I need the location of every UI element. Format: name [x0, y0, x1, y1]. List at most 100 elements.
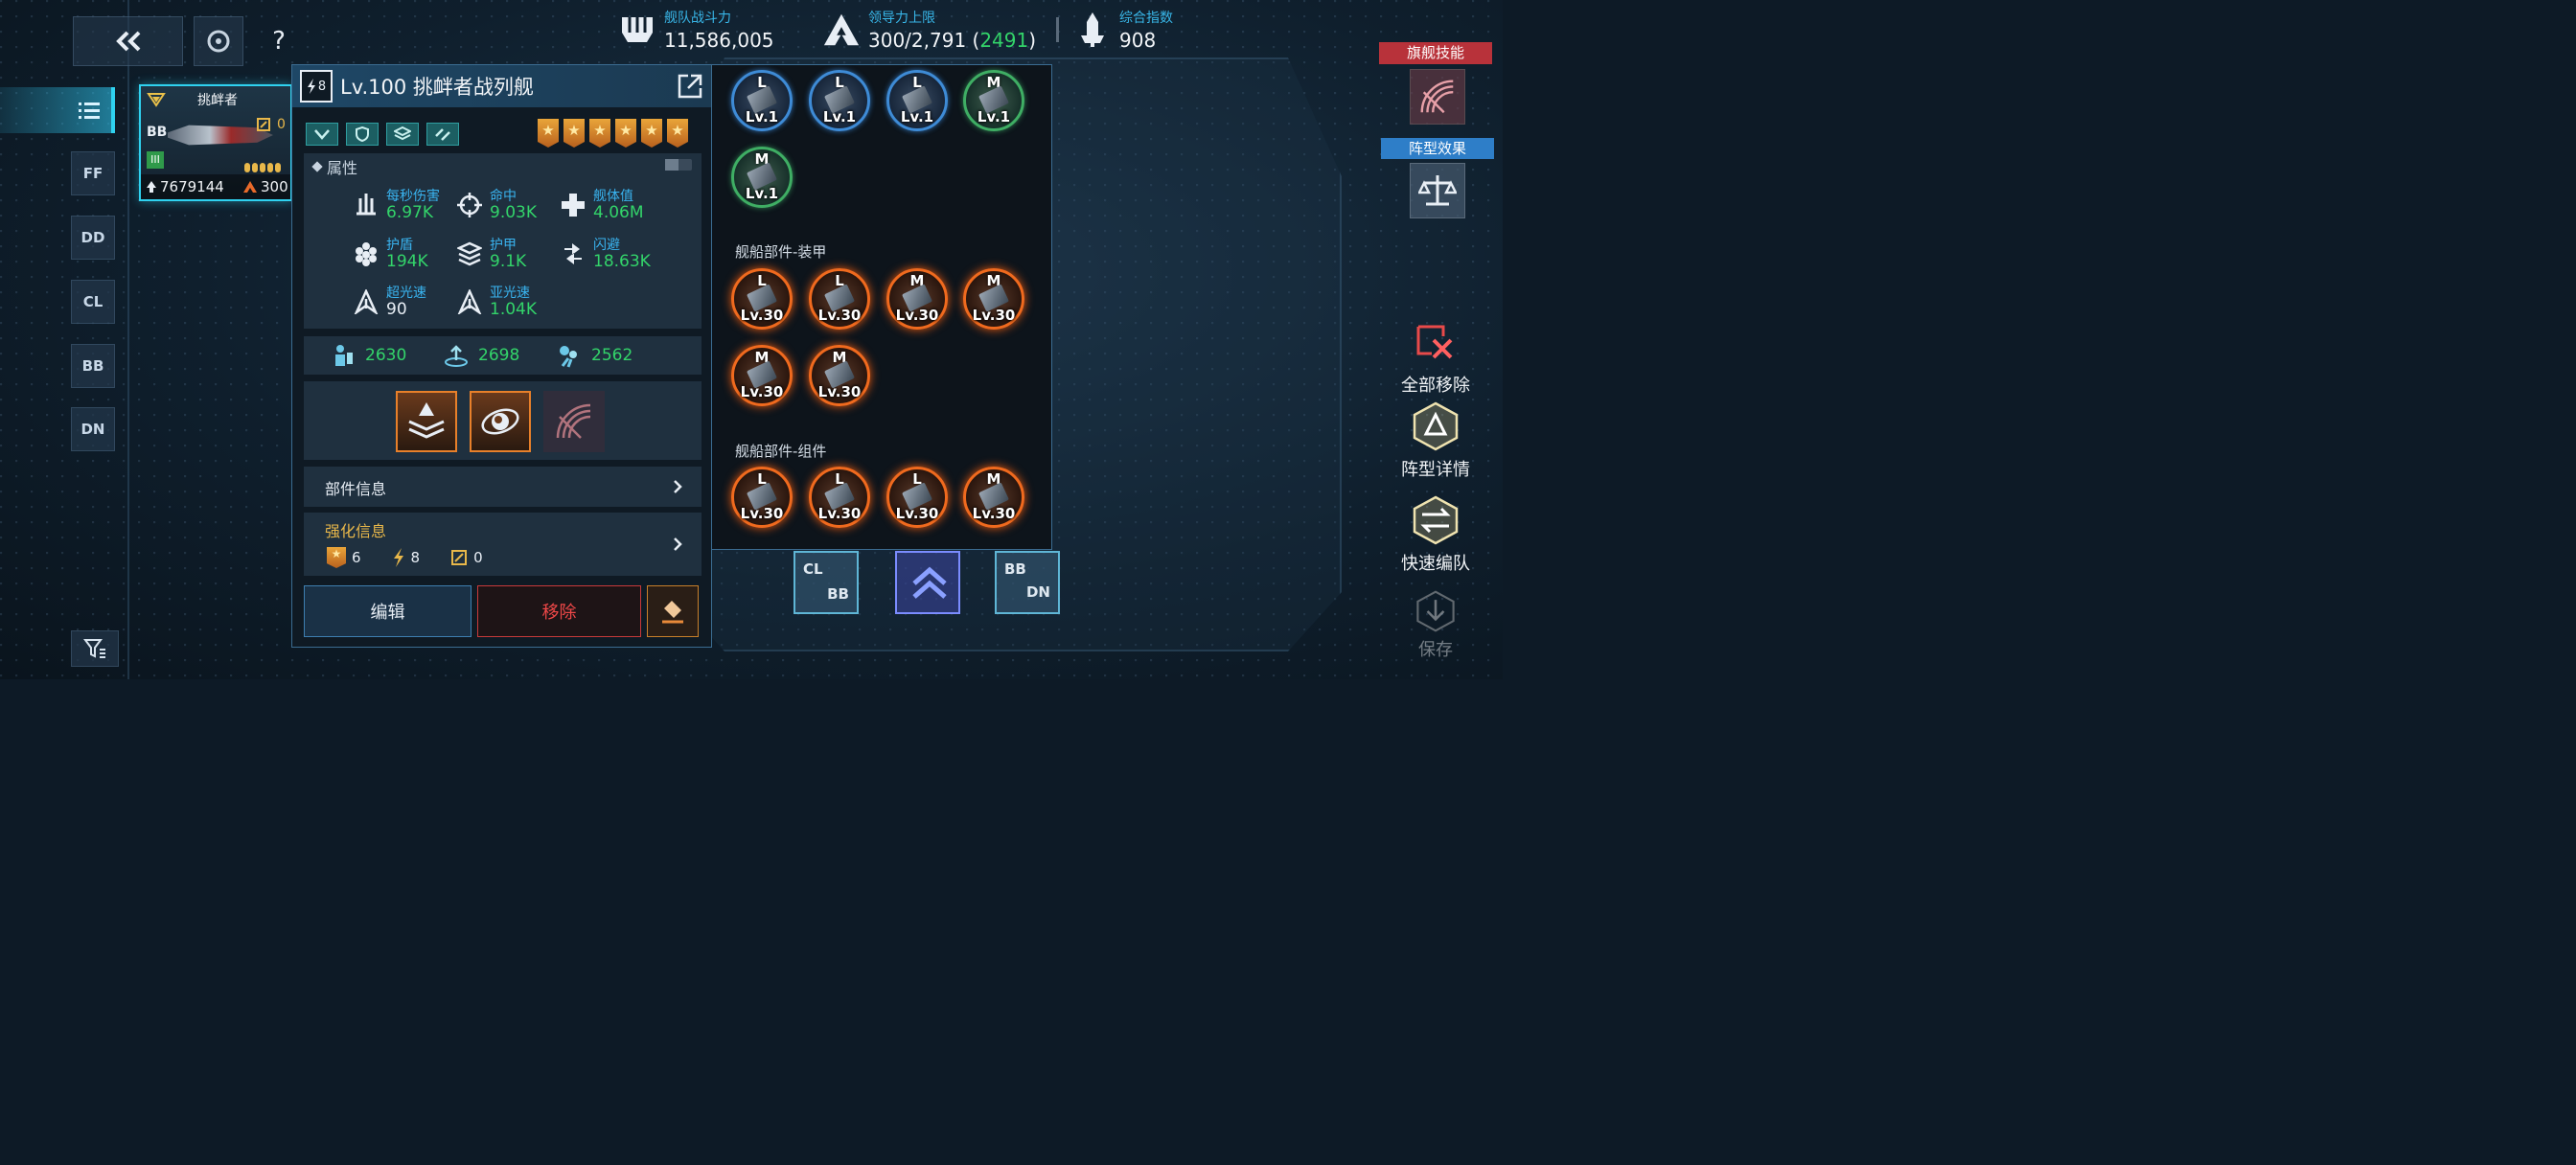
formation-effect-slot[interactable] — [1410, 163, 1465, 218]
enhance-info-label: 强化信息 — [325, 522, 387, 540]
quick-form-button[interactable]: 快速编队 — [1383, 494, 1488, 575]
resource-value: 2562 — [591, 346, 633, 365]
formation-class-top: BB — [1004, 560, 1026, 578]
tag-chevron[interactable] — [306, 123, 338, 146]
weapon-slot[interactable]: L Lv.1 — [731, 70, 793, 131]
tag-row — [306, 123, 459, 146]
attr-toggle[interactable] — [665, 159, 692, 171]
attr-header: 属性 — [311, 155, 357, 178]
dps-icon — [356, 194, 376, 216]
leadership-extra: 2491 — [979, 29, 1029, 52]
flagship-skill-text: 旗舰技能 — [1406, 44, 1464, 61]
weapon-slot[interactable]: L Lv.1 — [809, 70, 870, 131]
star-icon: ★ — [589, 119, 610, 148]
class-label: DN — [80, 421, 105, 438]
star-badge-icon: ★ — [327, 547, 346, 568]
weapon-slot[interactable]: L Lv.1 — [886, 70, 948, 131]
class-label: BB — [81, 357, 104, 375]
parts-info-row[interactable]: 部件信息 — [304, 467, 702, 507]
save-button[interactable]: 保存 — [1383, 590, 1488, 661]
weapon-slot[interactable]: M Lv.1 — [731, 147, 793, 208]
module-slot[interactable]: M Lv.30 — [963, 467, 1024, 528]
slot-level: Lv.30 — [740, 505, 784, 522]
formation-slot-left[interactable]: CL BB — [794, 551, 859, 614]
module-slot[interactable]: L Lv.30 — [886, 467, 948, 528]
back-button[interactable] — [73, 16, 183, 66]
module-slot[interactable]: L Lv.30 — [809, 467, 870, 528]
chevron-right-icon — [674, 480, 682, 493]
leadership-value: 300/2,791 (2491) — [868, 29, 1036, 52]
double-chevron-up-icon — [912, 566, 947, 599]
attr-value: 9.1K — [490, 252, 527, 271]
star-icon: ★ — [667, 119, 688, 148]
save-icon — [1410, 590, 1461, 632]
class-filter-dn[interactable]: DN — [71, 407, 115, 451]
formation-detail-button[interactable]: 阵型详情 — [1383, 400, 1488, 481]
weapon-slot[interactable]: M Lv.1 — [963, 70, 1024, 131]
class-label: CL — [82, 293, 104, 310]
leadership-current: 300/2,791 ( — [868, 29, 980, 52]
flagship-skill-slot[interactable] — [1410, 69, 1465, 125]
quick-form-label: 快速编队 — [1401, 554, 1470, 574]
hammer-icon — [662, 601, 683, 624]
enhance-info-row[interactable]: 强化信息 ★ 6 8 0 — [304, 513, 702, 576]
slot-level: Lv.1 — [822, 108, 857, 126]
class-filter-bb[interactable]: BB — [71, 344, 115, 388]
formation-detail-icon — [1410, 400, 1461, 452]
slot-level: Lv.30 — [895, 505, 939, 522]
resource-item: 2698 — [444, 343, 519, 368]
gear-cluster-icon — [560, 346, 577, 368]
class-filter-dd[interactable]: DD — [71, 216, 115, 260]
enhance-star-value: 6 — [352, 549, 361, 566]
fist-icon — [618, 11, 656, 49]
armor-slot[interactable]: M Lv.30 — [886, 268, 948, 330]
star-row: ★ ★ ★ ★ ★ ★ — [538, 119, 688, 148]
remove-button[interactable]: 移除 — [477, 585, 641, 637]
armor-slot[interactable]: M Lv.30 — [809, 345, 870, 406]
formation-slot-center[interactable] — [895, 551, 960, 614]
class-filter-ff[interactable]: FF — [71, 151, 115, 195]
tag-layers[interactable] — [386, 123, 419, 146]
bolt-icon — [393, 548, 403, 567]
slot-level: Lv.1 — [977, 108, 1011, 126]
chip-icon — [257, 118, 270, 131]
armor-slot[interactable]: M Lv.30 — [963, 268, 1024, 330]
formation-class-top: CL — [803, 560, 823, 578]
armor-slot[interactable]: L Lv.30 — [731, 268, 793, 330]
parts-info-label: 部件信息 — [325, 480, 387, 498]
formation-slot-right[interactable]: BB DN — [995, 551, 1060, 614]
dismantle-button[interactable] — [647, 585, 699, 637]
power-arrow-icon — [147, 181, 156, 193]
attr-value: 18.63K — [593, 252, 651, 271]
edit-button[interactable]: 编辑 — [304, 585, 472, 637]
skill-slot-2[interactable] — [470, 391, 531, 452]
target-button[interactable] — [194, 16, 243, 66]
class-filter-cl[interactable]: CL — [71, 280, 115, 324]
formation-detail-label: 阵型详情 — [1401, 460, 1470, 480]
chevron-down-icon — [314, 129, 330, 140]
module-slot[interactable]: L Lv.30 — [731, 467, 793, 528]
armor-slot[interactable]: L Lv.30 — [809, 268, 870, 330]
list-tab[interactable] — [0, 87, 115, 133]
left-sidebar: FF DD CL BB DN — [0, 0, 129, 679]
class-label: DD — [80, 229, 105, 246]
tag-swap[interactable] — [426, 123, 459, 146]
fleet-power: 舰队战斗力 11,586,005 — [618, 8, 774, 52]
star-icon: ★ — [538, 119, 559, 148]
resource-item: 2630 — [331, 343, 406, 368]
attr-name: 亚光速 — [490, 286, 530, 301]
flagship-skill-label: 旗舰技能 — [1379, 42, 1492, 64]
ship-power: 7679144 — [160, 178, 224, 195]
remove-all-button[interactable]: 全部移除 — [1383, 316, 1488, 397]
swap-icon — [435, 128, 450, 141]
armor-slot[interactable]: M Lv.30 — [731, 345, 793, 406]
tag-shield[interactable] — [346, 123, 379, 146]
open-external-button[interactable] — [677, 73, 703, 100]
skill-slot-1[interactable] — [396, 391, 457, 452]
ship-card[interactable]: 挑衅者 BB 0 III 7679144 300 — [139, 84, 292, 201]
skill-slot-3[interactable] — [543, 391, 605, 452]
filter-button[interactable] — [71, 630, 119, 667]
help-button[interactable]: ? — [259, 21, 299, 61]
radar-skill-icon — [556, 403, 591, 439]
edit-button-label: 编辑 — [370, 603, 405, 623]
